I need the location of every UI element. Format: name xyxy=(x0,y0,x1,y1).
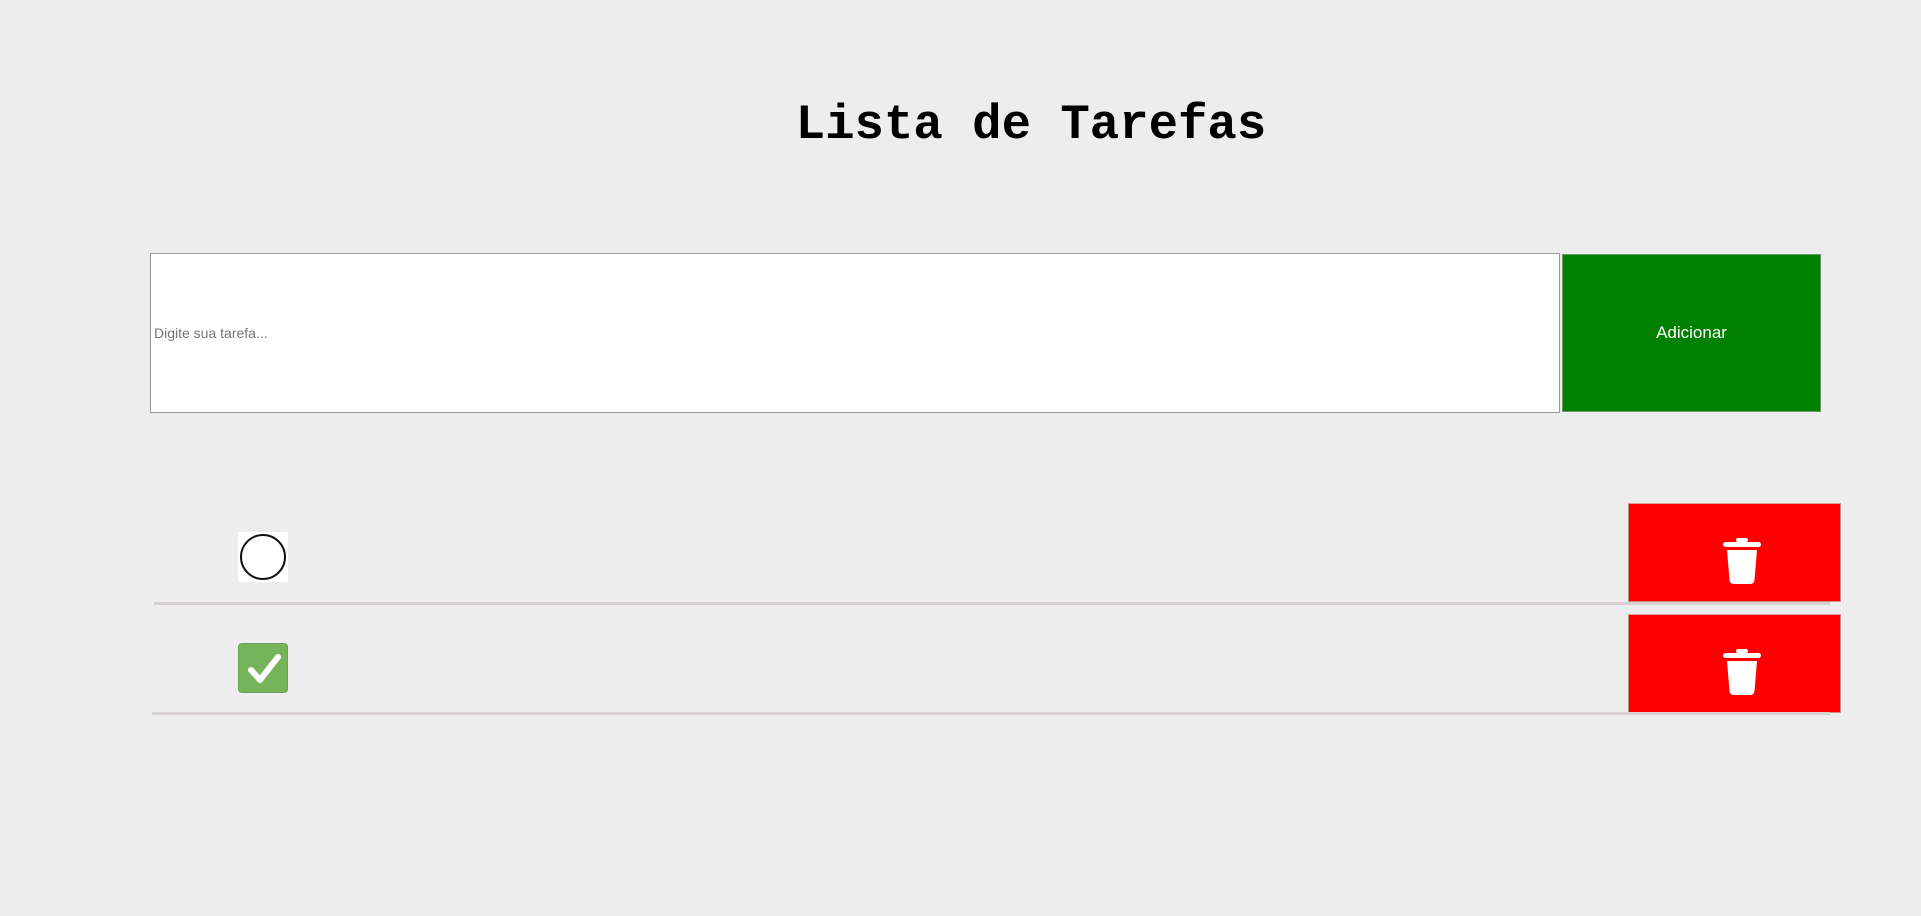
task-item xyxy=(0,614,1921,718)
task-item xyxy=(0,503,1921,607)
checkbox-checked-icon xyxy=(238,643,288,693)
row-divider xyxy=(154,602,1830,605)
delete-button[interactable] xyxy=(1628,614,1841,713)
add-button[interactable]: Adicionar xyxy=(1562,254,1821,412)
circle-icon xyxy=(240,534,286,580)
task-toggle[interactable] xyxy=(238,643,288,693)
trash-icon xyxy=(1723,538,1761,584)
task-form: Adicionar xyxy=(150,253,1821,413)
row-divider xyxy=(152,712,1830,715)
checkmark-icon xyxy=(248,654,281,683)
task-input[interactable] xyxy=(150,253,1560,413)
delete-button[interactable] xyxy=(1628,503,1841,602)
trash-icon xyxy=(1723,649,1761,695)
page-title: Lista de Tarefas xyxy=(795,97,1267,153)
task-toggle[interactable] xyxy=(238,532,288,582)
